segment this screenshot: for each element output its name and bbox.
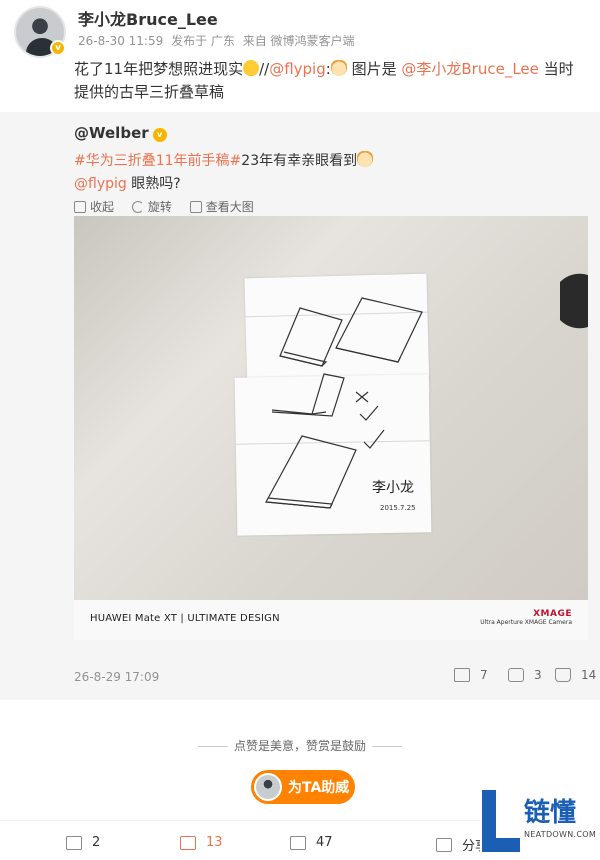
post-text-part: 图片是 <box>351 60 402 78</box>
repost-repost-button[interactable]: 7 <box>454 668 488 682</box>
repost-icon <box>454 668 470 682</box>
repost-count: 7 <box>480 668 488 682</box>
repost-comment-button[interactable]: 3 <box>508 668 542 682</box>
post-text-part: : <box>325 60 331 78</box>
view-large-label: 查看大图 <box>205 200 254 214</box>
repost-card: @Welber v #华为三折叠11年前手稿#23年有幸亲眼看到 @flypig … <box>0 112 600 700</box>
mention-link[interactable]: @李小龙Bruce_Lee <box>401 60 539 78</box>
mention-link[interactable]: @flypig <box>74 176 127 192</box>
view-large-button[interactable]: 查看大图 <box>189 198 254 215</box>
comment-icon <box>508 668 524 682</box>
repost-text: 眼熟吗? <box>126 176 181 192</box>
comment-count: 3 <box>534 668 542 682</box>
phone-sketch-drawing: 李小龙 2015.7.25 <box>265 297 423 512</box>
like-count: 47 <box>316 835 333 850</box>
like-button[interactable]: 47 <box>290 835 333 850</box>
repost-text-line: @flypig 眼熟吗? <box>74 173 181 193</box>
emoji-icon <box>243 60 260 76</box>
rotate-icon <box>131 200 144 213</box>
post-text: 花了11年把梦想照进现实 //@flypig: 图片是 @李小龙Bruce_Lee… <box>74 58 586 104</box>
repost-author-name[interactable]: @Welber <box>74 124 149 142</box>
post-date[interactable]: 26-8-30 11:59 <box>78 34 163 48</box>
comment-count: 13 <box>206 835 223 850</box>
like-icon <box>555 668 571 682</box>
collapse-icon <box>74 200 86 213</box>
post-photo[interactable]: 李小龙 2015.7.25 <box>74 216 588 640</box>
rotate-button[interactable]: 旋转 <box>131 198 172 215</box>
verified-badge-icon: v <box>152 128 167 142</box>
repost-like-button[interactable]: 14 <box>555 668 596 682</box>
watermark-logo-icon <box>482 790 520 852</box>
like-count: 14 <box>581 668 597 682</box>
collapse-label: 收起 <box>90 200 115 214</box>
mention-link[interactable]: @flypig <box>269 60 326 78</box>
repost-text: 23年有幸亲眼看到 <box>241 153 358 169</box>
comment-button[interactable]: 13 <box>180 835 223 850</box>
watermark-domain: NEATDOWN.COM <box>524 830 597 839</box>
author-name[interactable]: 李小龙Bruce_Lee <box>78 6 218 30</box>
watermark-text: 链懂 <box>524 798 577 828</box>
post-text-part: 花了11年把梦想照进现实 <box>74 60 244 78</box>
photo-brand-bar: HUAWEI Mate XT | ULTIMATE DESIGN XMAGE U… <box>74 600 588 640</box>
xmage-logo: XMAGE Ultra Aperture XMAGE Camera <box>480 609 572 626</box>
cheer-label: 为TA助威 <box>288 780 350 796</box>
cat-emoji-icon <box>357 151 374 167</box>
repost-button[interactable]: 2 <box>66 835 100 850</box>
camera-text: Ultra Aperture XMAGE Camera <box>480 619 572 626</box>
post-meta: 26-8-30 11:59 发布于 广东 来自 微博鸿蒙客户端 <box>78 32 359 49</box>
cheer-avatar <box>254 773 282 801</box>
sketch-date: 2015.7.25 <box>380 504 416 512</box>
brand-text: HUAWEI Mate XT | ULTIMATE DESIGN <box>90 613 280 624</box>
magnify-icon <box>189 200 202 213</box>
collapse-button[interactable]: 收起 <box>74 198 114 215</box>
share-icon <box>436 837 452 852</box>
praise-text: 点赞是美意，赞赏是鼓励 <box>0 737 600 754</box>
site-watermark: 链懂 NEATDOWN.COM <box>480 782 600 858</box>
repost-text-line: #华为三折叠11年前手稿#23年有幸亲眼看到 <box>74 150 374 170</box>
post-text-part: // <box>259 60 270 78</box>
like-icon <box>290 835 306 850</box>
xmage-text: XMAGE <box>533 609 572 619</box>
sketch-signature: 李小龙 <box>372 480 414 496</box>
cheer-button[interactable]: 为TA助威 <box>251 770 355 804</box>
post-source: 来自 微博鸿蒙客户端 <box>242 34 355 48</box>
repost-icon <box>66 835 82 850</box>
verified-badge-icon: v <box>50 40 66 56</box>
post-location: 发布于 广东 <box>171 34 235 48</box>
repost-count: 2 <box>92 835 101 850</box>
comment-icon <box>180 835 196 850</box>
repost-time[interactable]: 26-8-29 17:09 <box>74 670 159 684</box>
image-toolbar: 收起 旋转 查看大图 <box>74 198 268 216</box>
cat-emoji-icon <box>330 60 347 76</box>
repost-author[interactable]: @Welber v <box>74 124 167 142</box>
hashtag-link[interactable]: #华为三折叠11年前手稿# <box>74 153 241 169</box>
rotate-label: 旋转 <box>147 200 172 214</box>
